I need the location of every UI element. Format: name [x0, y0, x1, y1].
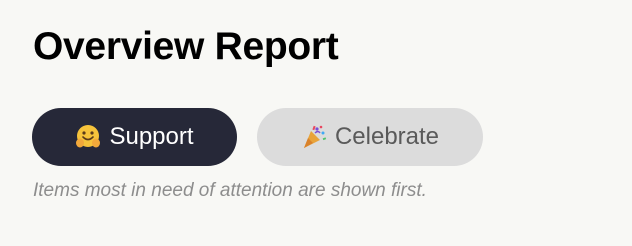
party-popper-emoji-icon	[301, 124, 327, 150]
support-label: Support	[109, 123, 194, 150]
hugging-face-emoji-icon	[75, 124, 101, 150]
support-button[interactable]: Support	[32, 108, 237, 166]
page-title: Overview Report	[33, 25, 339, 68]
celebrate-label: Celebrate	[334, 123, 440, 150]
celebrate-button[interactable]: Celebrate	[257, 108, 483, 166]
reaction-toggle-group: Support Celebrate	[32, 108, 483, 166]
sort-hint-text: Items most in need of attention are show…	[33, 180, 427, 201]
